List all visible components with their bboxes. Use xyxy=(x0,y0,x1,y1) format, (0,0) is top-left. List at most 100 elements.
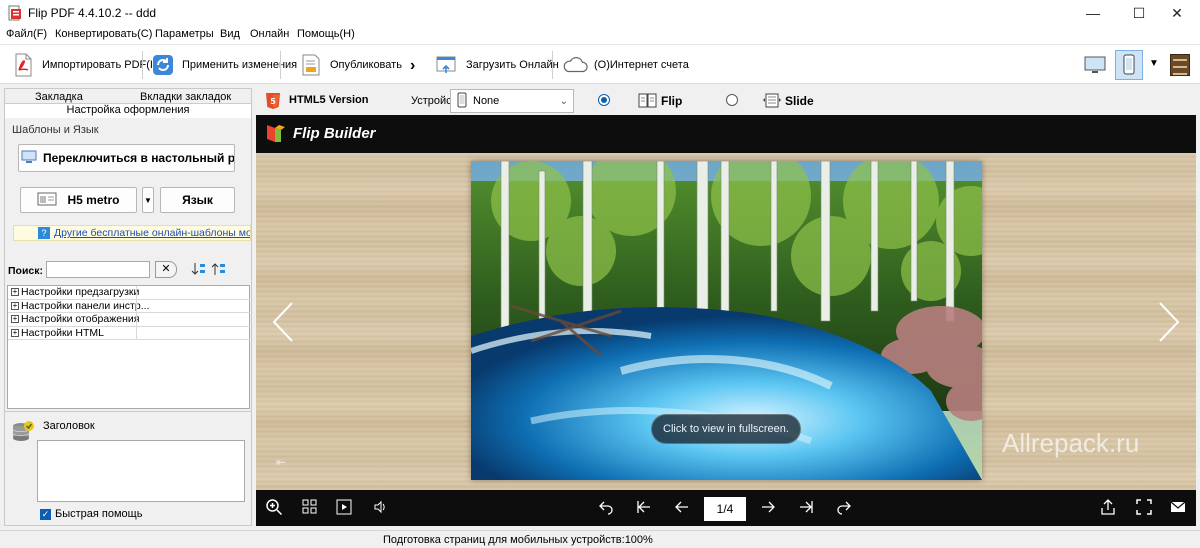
import-pdf-label: Импортировать PDF(I) xyxy=(42,59,157,71)
checkbox-checked-icon: ✓ xyxy=(40,508,51,520)
maximize-icon: ☐ xyxy=(1132,5,1146,21)
menu-file[interactable]: Файл(F) xyxy=(6,28,47,40)
undo-icon[interactable] xyxy=(596,498,616,518)
search-input[interactable] xyxy=(46,261,150,278)
title-bar: Flip PDF 4.4.10.2 -- ddd — ☐ ✕ xyxy=(0,0,1200,26)
next-page-icon[interactable] xyxy=(758,498,778,518)
desktop-view-icon[interactable] xyxy=(1083,53,1107,77)
online-templates-link[interactable]: Другие бесплатные онлайн-шаблоны можно н xyxy=(54,227,250,239)
share-icon[interactable] xyxy=(1098,498,1118,518)
minimize-icon: — xyxy=(1086,5,1100,21)
tree-row-display[interactable]: + Настройки отображения xyxy=(8,313,250,327)
import-pdf-button[interactable]: Импортировать PDF(I) xyxy=(10,50,157,80)
template-select-button[interactable]: H5 metro xyxy=(20,187,137,213)
menu-view[interactable]: Вид xyxy=(220,28,240,40)
expand-icon[interactable]: + xyxy=(11,315,19,324)
first-page-hint-icon: ⇤ xyxy=(276,455,287,469)
expand-icon[interactable]: + xyxy=(11,301,19,310)
quick-help-label: Быстрая помощь xyxy=(55,508,143,520)
flip-mode-icon xyxy=(638,92,658,110)
preview-settings-bar: 5 HTML5 Version Устройст None ⌄ Flip Sli… xyxy=(256,88,1196,114)
email-icon[interactable] xyxy=(1168,498,1188,518)
tree-label: Настройки предзагрузки xyxy=(21,286,140,298)
toolbar-separator xyxy=(552,51,553,79)
flip-builder-brand: Flip Builder xyxy=(293,125,376,142)
page-number-input[interactable]: 1/4 xyxy=(704,497,746,521)
sort-descending-icon[interactable] xyxy=(211,261,227,277)
upload-online-button[interactable]: Загрузить Онлайн xyxy=(434,50,559,80)
quick-help-checkbox[interactable]: ✓ Быстрая помощь xyxy=(40,508,142,520)
tree-label: Настройки отображения xyxy=(21,313,140,325)
tab-bookmark[interactable]: Закладка xyxy=(35,91,83,103)
tree-label: Настройки HTML xyxy=(21,326,104,339)
menu-options[interactable]: Параметры xyxy=(155,28,214,40)
app-icon xyxy=(8,5,22,21)
monitor-icon xyxy=(21,150,37,167)
template-dropdown-arrow-icon[interactable]: ▼ xyxy=(142,187,154,213)
toolbar-separator xyxy=(142,51,143,79)
language-label: Язык xyxy=(182,193,213,207)
minimize-button[interactable]: — xyxy=(1070,0,1116,26)
fullscreen-hint-button[interactable]: Click to view in fullscreen. xyxy=(651,414,801,444)
chevron-down-icon: ⌄ xyxy=(559,95,568,107)
clear-search-icon[interactable]: ✕ xyxy=(155,261,177,278)
menu-convert[interactable]: Конвертировать(C) xyxy=(55,28,152,40)
tab-bookmark-tabs[interactable]: Вкладки закладок xyxy=(140,91,231,103)
upload-online-label: Загрузить Онлайн xyxy=(466,59,559,71)
tab-design-settings[interactable]: Настройка оформления xyxy=(5,103,251,118)
mode-slide-radio[interactable] xyxy=(726,94,738,106)
thumbnails-icon[interactable] xyxy=(300,498,320,518)
html5-icon: 5 xyxy=(265,92,281,110)
slide-mode-icon xyxy=(762,92,782,110)
bookshelf-icon[interactable] xyxy=(1170,54,1190,76)
menu-online[interactable]: Онлайн xyxy=(250,28,289,40)
expand-icon[interactable]: + xyxy=(11,328,19,337)
cloud-icon xyxy=(562,52,588,78)
redo-icon[interactable] xyxy=(834,498,854,518)
switch-desktop-label: Переключиться в настольный реж xyxy=(43,151,235,165)
next-page-arrow-icon[interactable] xyxy=(1156,300,1182,344)
tree-row-toolbar[interactable]: + Настройки панели инстр... xyxy=(8,299,250,313)
help-box: Заголовок ✓ Быстрая помощь xyxy=(5,411,251,525)
mode-slide-label: Slide xyxy=(785,94,814,108)
expand-icon[interactable]: + xyxy=(11,288,19,297)
help-text-area[interactable] xyxy=(37,440,245,502)
mobile-view-button[interactable] xyxy=(1115,50,1143,80)
device-select[interactable]: None ⌄ xyxy=(450,89,574,113)
publish-icon xyxy=(298,52,324,78)
mode-flip-radio[interactable] xyxy=(598,94,610,106)
first-page-icon[interactable] xyxy=(634,498,654,518)
phone-icon xyxy=(457,92,467,111)
device-value: None xyxy=(473,95,500,107)
tree-row-preload[interactable]: + Настройки предзагрузки xyxy=(8,286,250,300)
sort-ascending-icon[interactable] xyxy=(191,261,207,277)
close-button[interactable]: ✕ xyxy=(1154,0,1200,26)
last-page-icon[interactable] xyxy=(796,498,816,518)
zoom-in-icon[interactable] xyxy=(264,498,284,518)
menu-help[interactable]: Помощь(H) xyxy=(297,28,355,40)
tab-design-settings-label: Настройка оформления xyxy=(66,104,190,116)
apply-changes-button[interactable]: Применить изменения xyxy=(150,50,297,80)
previous-page-icon[interactable] xyxy=(672,498,692,518)
online-templates-info: ? Другие бесплатные онлайн-шаблоны можно … xyxy=(13,225,251,241)
language-button[interactable]: Язык xyxy=(160,187,235,213)
flipbook-header: Flip Builder xyxy=(256,115,1196,153)
svg-text:5: 5 xyxy=(270,97,276,106)
main-toolbar: Импортировать PDF(I) Применить изменения… xyxy=(0,44,1200,84)
online-account-button[interactable]: (O)Интернет счета xyxy=(562,50,689,80)
prev-page-arrow-icon[interactable] xyxy=(270,300,296,344)
tree-row-html[interactable]: + Настройки HTML xyxy=(8,326,250,340)
switch-desktop-button[interactable]: Переключиться в настольный реж xyxy=(18,144,235,172)
autoplay-icon[interactable] xyxy=(334,498,354,518)
publish-button[interactable]: Опубликовать xyxy=(298,50,402,80)
status-text: Подготовка страниц для мобильных устройс… xyxy=(383,534,653,546)
search-label: Поиск: xyxy=(8,265,44,277)
status-bar: Подготовка страниц для мобильных устройс… xyxy=(0,530,1200,548)
view-dropdown-arrow-icon[interactable]: ▼ xyxy=(1149,58,1159,69)
sound-icon[interactable] xyxy=(370,498,390,518)
book-page-image[interactable]: Click to view in fullscreen. xyxy=(471,161,982,480)
flip-builder-logo-icon xyxy=(264,121,288,145)
fullscreen-icon[interactable] xyxy=(1134,498,1154,518)
left-panel: Закладка Вкладки закладок Настройка офор… xyxy=(4,88,252,526)
menu-bar: Файл(F) Конвертировать(C) Параметры Вид … xyxy=(0,26,1200,44)
